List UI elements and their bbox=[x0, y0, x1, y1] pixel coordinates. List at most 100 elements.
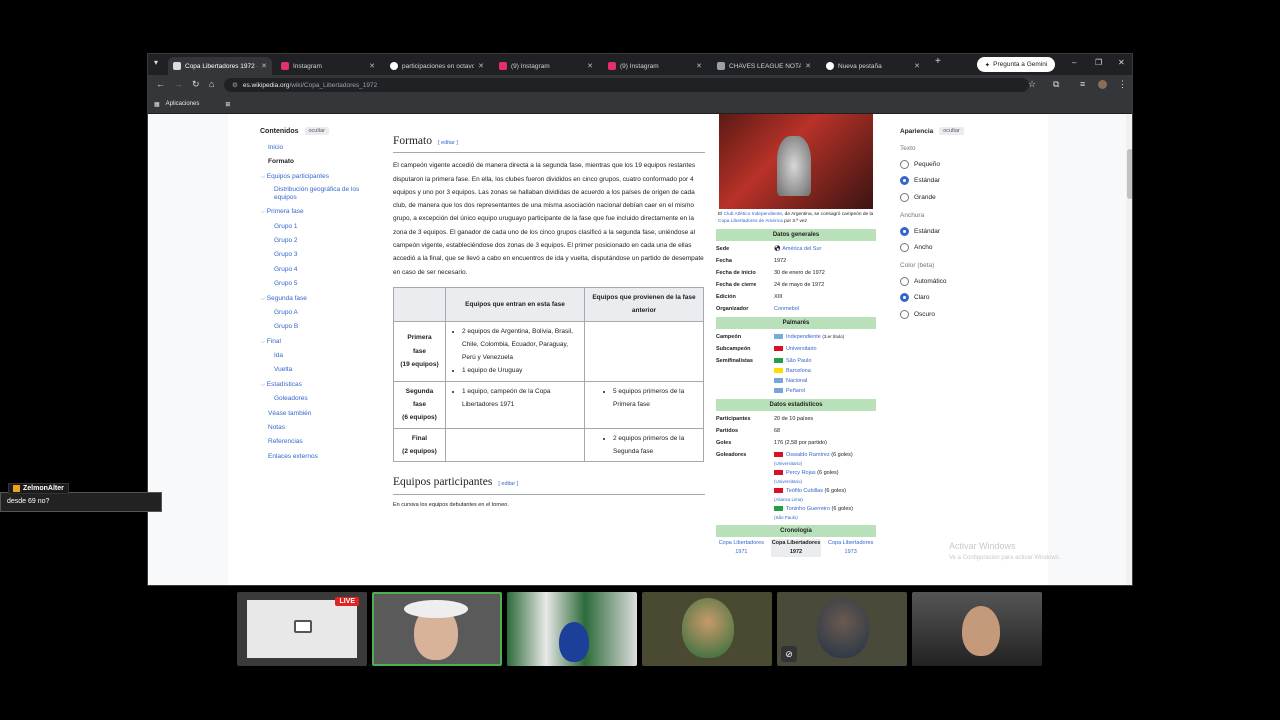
appearance-hide-button[interactable]: ocultar bbox=[939, 127, 964, 135]
previous-edition-link[interactable]: Copa Libertadores 1971 bbox=[716, 539, 766, 557]
toc-item[interactable]: Goleadores bbox=[260, 394, 380, 408]
toc-item[interactable]: Inicio bbox=[260, 143, 380, 157]
scrollbar-thumb[interactable] bbox=[1127, 149, 1132, 199]
chevron-down-icon[interactable]: ⌵ bbox=[261, 296, 265, 302]
toc-item[interactable]: ⌵ Final bbox=[260, 337, 380, 351]
toc-item[interactable]: Grupo 2 bbox=[260, 236, 380, 250]
player-link[interactable]: Oswaldo Ramírez bbox=[786, 452, 830, 458]
toc-item[interactable]: ⌵ Estadísticas bbox=[260, 380, 380, 394]
radio-estandar-text[interactable]: Estándar bbox=[900, 173, 1010, 190]
back-icon[interactable]: ← bbox=[156, 79, 165, 89]
call-tile-participant[interactable] bbox=[642, 592, 772, 666]
chevron-down-icon[interactable]: ⌵ bbox=[261, 174, 265, 180]
close-icon[interactable]: ✕ bbox=[696, 62, 702, 70]
edit-link[interactable]: [ editar ] bbox=[498, 478, 518, 491]
team-link[interactable]: São Paulo bbox=[786, 358, 811, 364]
toc-item[interactable]: Grupo 3 bbox=[260, 250, 380, 264]
bookmark-apps[interactable]: Aplicaciones bbox=[166, 101, 200, 107]
tab-instagram-3[interactable]: (9) Instagram ✕ bbox=[603, 57, 707, 75]
toc-item[interactable]: Notas bbox=[260, 423, 380, 437]
forward-icon[interactable]: → bbox=[174, 79, 183, 89]
caption-link[interactable]: Copa Libertadores de América bbox=[718, 219, 783, 224]
radio-oscuro[interactable]: Oscuro bbox=[900, 306, 1010, 323]
toc-item[interactable]: Ida bbox=[260, 351, 380, 365]
home-icon[interactable]: ⌂ bbox=[209, 79, 214, 89]
team-link[interactable]: Nacional bbox=[786, 378, 807, 384]
menu-icon[interactable]: ⋮ bbox=[1118, 79, 1127, 90]
player-link[interactable]: Toninho Guerreiro bbox=[786, 506, 830, 512]
radio-claro[interactable]: Claro bbox=[900, 290, 1010, 307]
toc-item[interactable]: Véase también bbox=[260, 409, 380, 423]
team-link[interactable]: Barcelona bbox=[786, 368, 811, 374]
radio-estandar-width[interactable]: Estándar bbox=[900, 223, 1010, 240]
next-edition-link[interactable]: Copa Libertadores 1973 bbox=[826, 539, 876, 557]
club-link[interactable]: (Universitario) bbox=[774, 478, 876, 485]
toc-item[interactable]: Grupo 5 bbox=[260, 279, 380, 293]
close-icon[interactable]: ✕ bbox=[369, 62, 375, 70]
avatar[interactable] bbox=[1098, 80, 1107, 89]
call-tile-participant[interactable] bbox=[912, 592, 1042, 666]
club-link[interactable]: (São Paulo) bbox=[774, 514, 876, 521]
toc-hide-button[interactable]: ocultar bbox=[304, 127, 330, 135]
chevron-down-icon[interactable]: ⌵ bbox=[261, 209, 265, 215]
toc-item[interactable]: Referencias bbox=[260, 437, 380, 451]
toc-item[interactable]: Grupo A bbox=[260, 308, 380, 322]
player-link[interactable]: Teófilo Cubillas bbox=[786, 488, 823, 494]
field-link[interactable]: Independiente bbox=[786, 334, 821, 340]
player-link[interactable]: Percy Rojas bbox=[786, 470, 816, 476]
toc-item[interactable]: Grupo B bbox=[260, 322, 380, 336]
toc-item[interactable]: Formato bbox=[260, 157, 380, 171]
apps-icon[interactable]: ▦ bbox=[154, 101, 160, 108]
tab-instagram-2[interactable]: (9) Instagram ✕ bbox=[494, 57, 598, 75]
radio-grande[interactable]: Grande bbox=[900, 189, 1010, 206]
tab-chaves-league[interactable]: CHAVES LEAGUE NOTAS | ✕ bbox=[712, 57, 816, 75]
toc-item[interactable]: Grupo 4 bbox=[260, 265, 380, 279]
toc-item[interactable]: Grupo 1 bbox=[260, 222, 380, 236]
tab-copa-libertadores[interactable]: Copa Libertadores 1972 - ✕ bbox=[168, 57, 272, 75]
media-icon[interactable]: ≡ bbox=[1080, 79, 1085, 89]
tab-search-icon[interactable]: ▾ bbox=[154, 58, 158, 67]
tab-nueva-pestana[interactable]: Nueva pestaña ✕ bbox=[821, 57, 925, 75]
new-tab-icon[interactable]: + bbox=[935, 56, 941, 67]
toc-item[interactable]: Enlaces externos bbox=[260, 452, 380, 466]
extensions-icon[interactable]: ⧉ bbox=[1053, 79, 1059, 90]
call-tile-screen-share[interactable]: LIVE bbox=[237, 592, 367, 666]
toc-item[interactable]: Vuelta bbox=[260, 365, 380, 379]
grid-icon[interactable]: ⊞ bbox=[225, 101, 230, 108]
close-icon[interactable]: ✕ bbox=[587, 62, 593, 70]
chevron-down-icon[interactable]: ⌵ bbox=[261, 339, 265, 345]
caption-link[interactable]: Club Atlético Independiente bbox=[724, 212, 782, 217]
bookmark-star-icon[interactable]: ☆ bbox=[1028, 79, 1036, 90]
toc-item[interactable]: Distribución geográfica de los equipos bbox=[260, 186, 380, 207]
radio-pequeno[interactable]: Pequeño bbox=[900, 156, 1010, 173]
field-link[interactable]: Conmebol bbox=[774, 304, 876, 314]
toc-item[interactable]: ⌵ Primera fase bbox=[260, 207, 380, 221]
close-icon[interactable]: ✕ bbox=[805, 62, 811, 70]
call-tile-participant[interactable] bbox=[507, 592, 637, 666]
site-info-icon[interactable]: ⚙ bbox=[232, 81, 238, 89]
tab-participaciones[interactable]: participaciones en octavos ✕ bbox=[385, 57, 489, 75]
minimize-icon[interactable]: – bbox=[1072, 58, 1076, 67]
club-link[interactable]: (Alianza Lima) bbox=[774, 496, 876, 503]
close-icon[interactable]: ✕ bbox=[478, 62, 484, 70]
close-icon[interactable]: ✕ bbox=[261, 62, 267, 70]
call-tile-participant[interactable] bbox=[372, 592, 502, 666]
chevron-down-icon[interactable]: ⌵ bbox=[261, 382, 265, 388]
toc-item[interactable]: ⌵ Equipos participantes bbox=[260, 172, 380, 186]
close-icon[interactable]: ✕ bbox=[914, 62, 920, 70]
field-link[interactable]: América del Sur bbox=[782, 246, 821, 252]
toc-item[interactable]: ⌵ Segunda fase bbox=[260, 294, 380, 308]
window-close-icon[interactable]: ✕ bbox=[1118, 58, 1125, 67]
club-link[interactable]: (Universitario) bbox=[774, 460, 876, 467]
radio-automatico[interactable]: Automático bbox=[900, 273, 1010, 290]
team-link[interactable]: Peñarol bbox=[786, 388, 805, 394]
gemini-button[interactable]: ✦ Pregunta a Gemini bbox=[977, 57, 1055, 72]
edit-link[interactable]: [ editar ] bbox=[438, 137, 458, 150]
call-tile-participant[interactable]: ⊘ bbox=[777, 592, 907, 666]
field-link[interactable]: Universitario bbox=[786, 346, 817, 352]
reload-icon[interactable]: ↻ bbox=[192, 79, 200, 90]
restore-icon[interactable]: ❐ bbox=[1095, 58, 1102, 67]
scrollbar[interactable] bbox=[1126, 114, 1132, 585]
radio-ancho[interactable]: Ancho bbox=[900, 239, 1010, 256]
url-field[interactable]: ⚙ es.wikipedia.org/wiki/Copa_Libertadores… bbox=[224, 78, 1029, 92]
